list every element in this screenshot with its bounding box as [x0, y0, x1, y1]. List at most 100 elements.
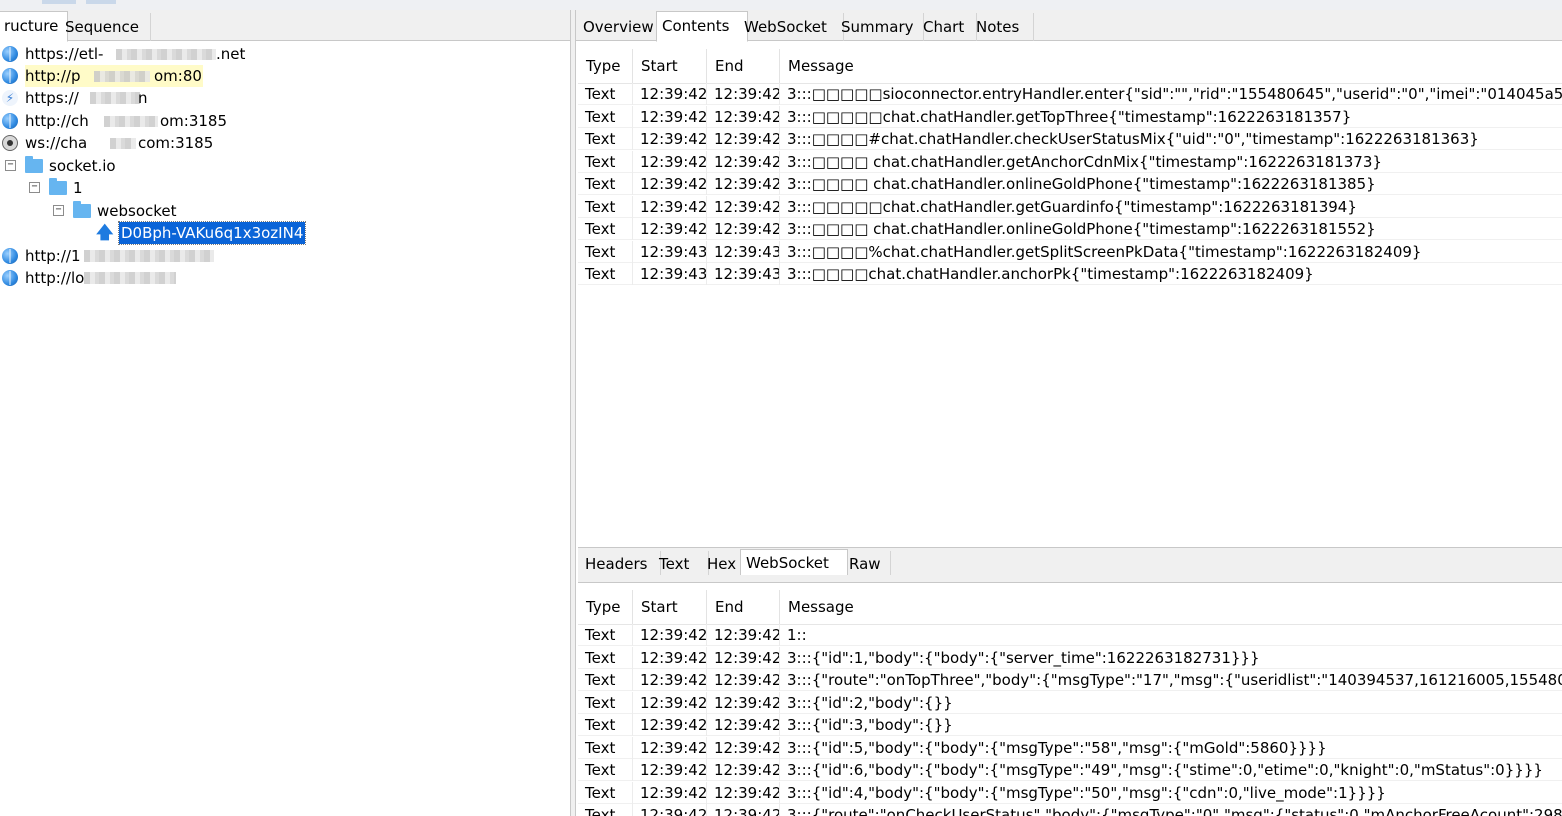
cell-type: Text — [578, 105, 633, 128]
table-row[interactable]: Text 12:39:42 12:39:42 3:::□□□□ chat.chatHa… — [578, 218, 1562, 240]
tree-node-folder[interactable]: − websocket — [0, 200, 560, 222]
column-header-type[interactable]: Type — [578, 590, 633, 624]
table-row[interactable]: Text 12:39:42 12:39:42 3:::{"id":6,"body":{… — [578, 759, 1562, 781]
left-tab-bar: ructure Sequence — [0, 10, 570, 42]
tree-node-host[interactable]: https://etl- .net — [0, 43, 560, 65]
cell-message: 3:::□□□□#chat.chatHandler.checkUserStatu… — [787, 130, 1479, 148]
tree-node-label-suffix: om:80 — [154, 67, 202, 85]
cell-type: Text — [578, 150, 633, 173]
globe-icon — [2, 68, 18, 84]
cell-start: 12:39:42 — [633, 624, 707, 646]
cell-end: 12:39:42 — [707, 804, 780, 816]
horizontal-splitter[interactable] — [578, 575, 1562, 583]
column-header-message[interactable]: Message — [780, 49, 1562, 83]
tree-node-host[interactable]: http://ch om:3185 — [0, 110, 560, 132]
cell-message: 3:::□□□□%chat.chatHandler.getSplitScreen… — [787, 242, 1422, 261]
tree-node-host[interactable]: http://1 — [0, 245, 560, 267]
cell-start: 12:39:42 — [633, 150, 707, 173]
cell-start: 12:39:42 — [633, 804, 707, 816]
table-row[interactable]: Text 12:39:42 12:39:42 3:::{"route":"onChec… — [578, 804, 1562, 816]
folder-icon — [49, 178, 67, 195]
collapse-icon[interactable]: − — [5, 160, 16, 171]
cell-end: 12:39:42 — [707, 646, 780, 669]
tab-summary[interactable]: Summary — [836, 13, 924, 41]
column-header-type[interactable]: Type — [578, 49, 633, 83]
table-row[interactable]: Text 12:39:42 12:39:42 3:::{"id":2,"body":{… — [578, 691, 1562, 714]
column-header-end[interactable]: End — [707, 49, 780, 83]
table-row[interactable]: Text 12:39:42 12:39:42 3:::{"id":5,"body":{… — [578, 736, 1562, 759]
tab-structure[interactable]: ructure — [0, 11, 68, 42]
tree-node-host[interactable]: ws://cha com:3185 — [0, 132, 560, 154]
tree-node-label: D0Bph-VAKu6q1x3ozIN4 — [117, 221, 307, 245]
table-row[interactable]: Text 12:39:42 12:39:42 3:::□□□□#chat.chatHa… — [578, 128, 1562, 150]
tree-node-host[interactable]: http://lo — [0, 267, 560, 289]
column-header-message[interactable]: Message — [780, 590, 1562, 624]
cell-start: 12:39:42 — [633, 646, 707, 669]
tab-sequence[interactable]: Sequence — [60, 13, 151, 41]
table-row[interactable]: Text 12:39:42 12:39:42 3:::□□□□□sioconnecto… — [578, 83, 1562, 105]
right-tab-bar: Overview Contents WebSocket Summary Char… — [576, 10, 1562, 42]
table-row[interactable]: Text 12:39:42 12:39:42 3:::{"id":4,"body":{… — [578, 781, 1562, 804]
bolt-icon: ⚡ — [2, 90, 18, 106]
cell-message: 1:: — [787, 626, 807, 644]
cell-type: Text — [578, 646, 633, 669]
column-header-start[interactable]: Start — [633, 590, 707, 624]
table-row[interactable]: Text 12:39:42 12:39:42 3:::{"route":"onTopT… — [578, 669, 1562, 691]
tab-contents[interactable]: Contents — [656, 11, 748, 42]
tab-text[interactable]: Text — [654, 551, 709, 577]
cell-start: 12:39:42 — [633, 105, 707, 128]
table-row[interactable]: Text 12:39:42 12:39:42 3:::□□□□ chat.chatHa… — [578, 150, 1562, 173]
tree-node-host[interactable]: ⚡ https:// n — [0, 87, 560, 109]
structure-pane: ructure Sequence https://etl- .net http:… — [0, 10, 570, 816]
tree-node-websocket-session[interactable]: 🡅 D0Bph-VAKu6q1x3ozIN4 — [0, 221, 560, 245]
tab-raw[interactable]: Raw — [844, 551, 891, 577]
folder-icon — [25, 156, 43, 173]
cell-end: 12:39:42 — [707, 173, 780, 195]
tab-overview[interactable]: Overview — [578, 13, 665, 41]
table-row[interactable]: Text 12:39:43 12:39:43 3:::□□□□%chat.chatHa… — [578, 240, 1562, 263]
redacted-text — [90, 92, 140, 104]
tree-node-label-suffix: com:3185 — [138, 134, 214, 152]
cell-start: 12:39:42 — [633, 218, 707, 240]
cell-message: 3:::□□□□□chat.chatHandler.getGuardinfo{"… — [787, 197, 1357, 216]
tree-node-folder[interactable]: − 1 — [0, 177, 560, 199]
toolbar-button-stub[interactable] — [86, 0, 116, 4]
globe-icon — [2, 270, 18, 286]
collapse-icon[interactable]: − — [29, 182, 40, 193]
table-header: Type Start End Message — [578, 49, 1562, 84]
up-arrow-icon: 🡅 — [96, 223, 114, 243]
table-row[interactable]: Text 12:39:42 12:39:42 1:: — [578, 624, 1562, 646]
tab-websocket[interactable]: WebSocket — [739, 13, 844, 41]
collapse-icon[interactable]: − — [53, 205, 64, 216]
tab-chart[interactable]: Chart — [918, 13, 977, 41]
cell-end: 12:39:43 — [707, 240, 780, 263]
websocket-icon — [2, 135, 18, 151]
table-row[interactable]: Text 12:39:42 12:39:42 3:::{"id":1,"body":{… — [578, 646, 1562, 669]
bottom-tab-bar: Headers Text Hex WebSocket Raw — [578, 547, 1562, 578]
tab-headers[interactable]: Headers — [580, 551, 661, 577]
toolbar-button-stub[interactable] — [42, 0, 76, 4]
cell-message: 3:::{"id":1,"body":{"body":{"server_time… — [787, 648, 1260, 667]
cell-message: 3:::□□□□□chat.chatHandler.getTopThree{"t… — [787, 107, 1352, 126]
tab-websocket-view[interactable]: WebSocket — [740, 549, 848, 578]
tree-node-host[interactable]: http://p om:80 — [0, 65, 560, 87]
column-header-start[interactable]: Start — [633, 49, 707, 83]
tree-node-folder[interactable]: − socket.io — [0, 155, 560, 177]
redacted-text — [84, 272, 176, 284]
cell-type: Text — [578, 218, 633, 240]
cell-type: Text — [578, 804, 633, 816]
cell-end: 12:39:42 — [707, 781, 780, 804]
column-header-end[interactable]: End — [707, 590, 780, 624]
table-row[interactable]: Text 12:39:42 12:39:42 3:::□□□□□chat.chatHa… — [578, 195, 1562, 218]
table-row[interactable]: Text 12:39:43 12:39:43 3:::□□□□chat.chatHan… — [578, 263, 1562, 285]
response-message-table: Type Start End Message Text 12:39:42 12:39… — [578, 590, 1562, 816]
cell-type: Text — [578, 759, 633, 781]
table-row[interactable]: Text 12:39:42 12:39:42 3:::□□□□□chat.chatHa… — [578, 105, 1562, 128]
cell-start: 12:39:42 — [633, 173, 707, 195]
folder-icon — [73, 201, 91, 218]
tree-node-label: http://lo — [25, 269, 85, 287]
table-row[interactable]: Text 12:39:42 12:39:42 3:::□□□□ chat.chatHa… — [578, 173, 1562, 195]
tab-notes[interactable]: Notes — [971, 13, 1034, 41]
cell-start: 12:39:42 — [633, 195, 707, 218]
table-row[interactable]: Text 12:39:42 12:39:42 3:::{"id":3,"body":{… — [578, 714, 1562, 736]
